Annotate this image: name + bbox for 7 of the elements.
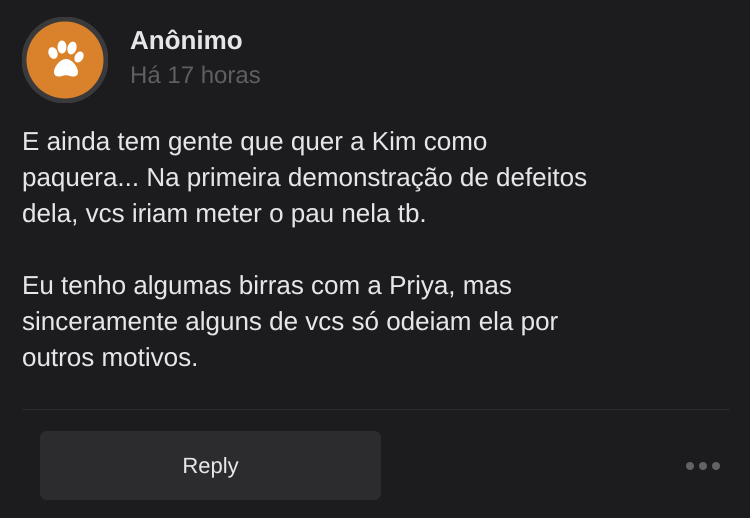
reply-button[interactable]: Reply xyxy=(40,431,381,500)
author-name: Anônimo xyxy=(130,24,244,56)
post-time: Há 17 horas xyxy=(130,62,261,90)
more-icon[interactable] xyxy=(686,462,720,470)
post-paragraph: Eu tenho algumas birras com a Priya, mas sinceramente alguns de vcs só odeiam ela por outros motivos. xyxy=(22,269,560,374)
post-paragraph: E ainda tem gente que quer a Kim como paquera... Na primeira demonstração de defeitos dela, vcs iriam meter o pau nela tb. xyxy=(22,125,588,230)
avatar-icon xyxy=(22,17,108,103)
